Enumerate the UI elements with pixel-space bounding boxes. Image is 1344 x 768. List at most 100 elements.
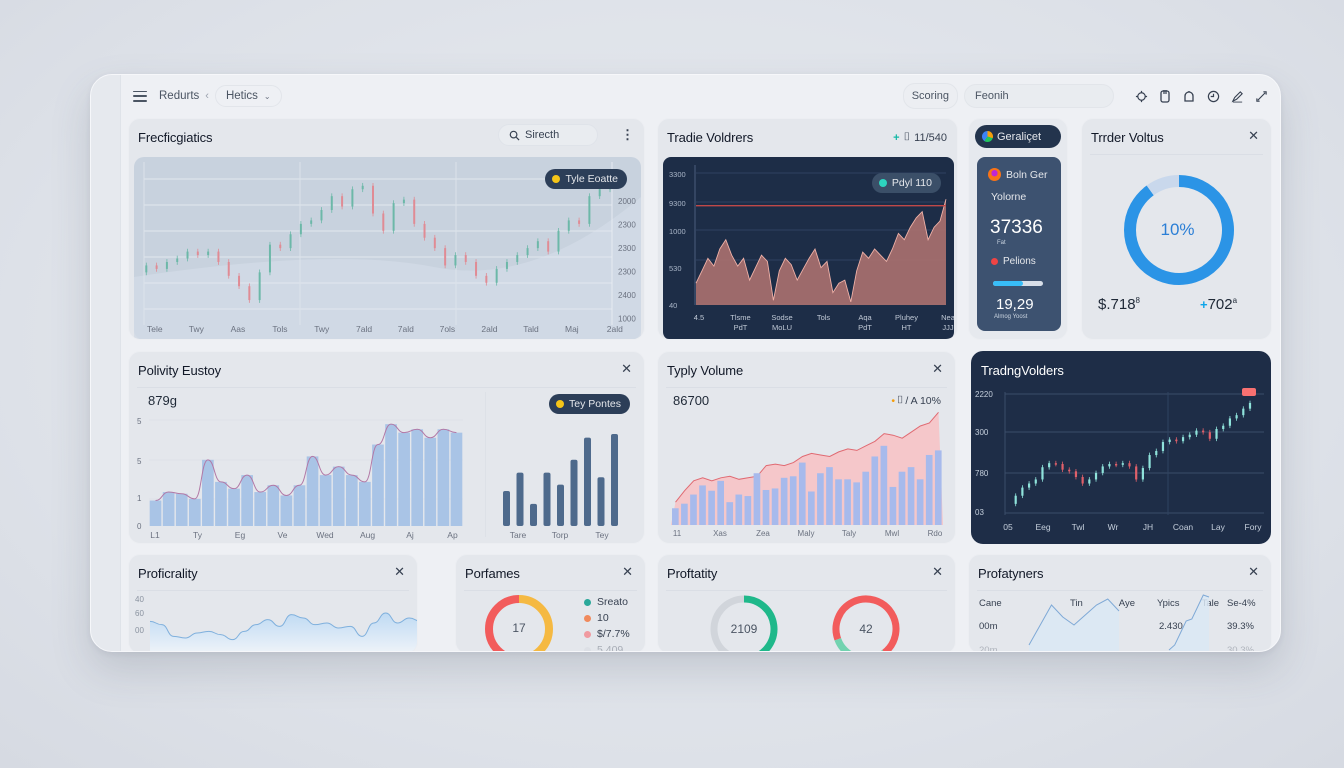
candle (567, 220, 570, 231)
donut-label: 10% (1160, 220, 1195, 239)
y-tick-label: 300 (975, 428, 989, 437)
x-tick-label: 2ald (607, 324, 623, 334)
legend-item: Sreato (584, 594, 630, 610)
bar (293, 485, 306, 526)
link-icon[interactable] (1254, 89, 1268, 103)
x-tick-label: Rdo (928, 529, 943, 538)
badge-label: Tey Pontes (569, 398, 621, 410)
bar (398, 432, 410, 526)
candle (557, 230, 560, 252)
candle (1088, 479, 1091, 484)
close-icon[interactable]: ✕ (621, 361, 632, 377)
legend-dot-icon (584, 614, 591, 622)
candle (330, 196, 333, 211)
frecficgiatics-card: Frecficgiatics Sirecth ⋮ 2000 2300 2300 230… (128, 118, 645, 340)
close-icon[interactable]: ✕ (622, 564, 633, 580)
clock-icon[interactable] (1206, 89, 1220, 103)
bar (934, 450, 942, 525)
close-icon[interactable]: ✕ (932, 361, 943, 377)
menu-icon[interactable] (133, 90, 147, 102)
y-tick-label: 3300 (669, 170, 686, 179)
area-fill (150, 613, 417, 651)
card-search-input[interactable]: Sirecth (498, 124, 598, 146)
plus-icon: + (893, 131, 900, 144)
candle (433, 237, 436, 249)
close-icon[interactable]: ✕ (932, 564, 943, 580)
side-bar (503, 491, 510, 526)
close-icon[interactable]: ✕ (394, 564, 405, 580)
bar (228, 488, 240, 526)
side-bar (557, 484, 564, 526)
more-options-icon[interactable]: ⋮ (621, 127, 634, 143)
bar (267, 485, 280, 526)
candle (320, 210, 323, 221)
candle (526, 248, 529, 256)
y-tick-label: 0 (137, 522, 142, 531)
candle (1175, 439, 1178, 442)
candle (268, 244, 271, 273)
close-icon[interactable]: ✕ (1248, 128, 1259, 144)
bar (789, 476, 797, 525)
bell-icon[interactable] (1182, 89, 1196, 103)
button-label: Geraliçet (997, 130, 1042, 143)
breadcrumb-root[interactable]: Redurts (159, 90, 199, 102)
x-tick-label: Fory (1245, 522, 1263, 532)
table-cell: 20m (979, 645, 998, 652)
candle (372, 185, 374, 214)
breadcrumb-current[interactable]: Hetics ⌄ (214, 85, 282, 107)
x-tick-label: Twy (189, 324, 205, 334)
candle (1228, 418, 1232, 426)
bar (726, 502, 734, 525)
trading-volders-card: TradngVolders 2220 300 780 03 05 Eeg Twl Wr JH Co… (971, 351, 1271, 544)
bar (889, 486, 897, 525)
candle (1108, 463, 1111, 467)
scoring-button[interactable]: Scoring (902, 83, 958, 109)
candle (361, 185, 364, 190)
edit-icon[interactable] (1230, 89, 1244, 103)
bar (853, 482, 860, 525)
chart-badge[interactable]: Tey Pontes (549, 394, 630, 414)
bar (385, 424, 397, 526)
chart-badge[interactable]: Tyle Eoatte (545, 169, 627, 189)
chart-badge[interactable]: Pdyl 110 (871, 173, 941, 193)
settings-icon[interactable] (1134, 89, 1148, 103)
card-title: Proficrality (138, 566, 198, 581)
bar (202, 459, 214, 526)
candle (413, 199, 416, 224)
candle (196, 251, 199, 256)
candle (464, 255, 467, 262)
geraliget-button[interactable]: Geraliçet (975, 125, 1061, 148)
candle (1094, 472, 1098, 480)
progress-bar-fill (993, 281, 1023, 286)
trend-line (155, 423, 457, 502)
card-title: Polivity Eustoy (138, 363, 222, 378)
bar-chart: 5 5 1 0 L1 Ty Eg Ve Wed Aug Aj Ap (137, 417, 463, 540)
bar (844, 479, 851, 525)
candle (207, 251, 210, 256)
candle (279, 244, 282, 249)
legend-label: Sreato (597, 596, 628, 608)
y-tick-label: 2400 (618, 291, 636, 300)
line-chart: 40 60 00 (135, 595, 417, 651)
avatar (988, 168, 1001, 181)
x-tick-label: Lay (1211, 522, 1225, 532)
side-bar (584, 437, 591, 526)
top-search-input[interactable]: Feonih (964, 84, 1114, 108)
candle (1041, 467, 1044, 480)
candle (1101, 466, 1104, 473)
candle (351, 189, 354, 207)
clipboard-icon[interactable] (1158, 89, 1172, 103)
bar (450, 432, 463, 526)
candle (1034, 479, 1037, 484)
bar (898, 471, 906, 525)
stat-icon: ⌷ (903, 131, 911, 143)
y-tick-label: 40 (135, 595, 144, 604)
y-tick-label: 780 (975, 469, 989, 478)
volume-panel: Boln Ger Yolorne 37336 Fat Pelions 19,29… (977, 157, 1061, 331)
bar (332, 466, 345, 526)
bar (690, 494, 697, 525)
close-icon[interactable]: ✕ (1248, 564, 1259, 580)
price-badge (1242, 388, 1256, 396)
x-tick-label: Mwl (885, 529, 899, 538)
bar (771, 488, 779, 525)
